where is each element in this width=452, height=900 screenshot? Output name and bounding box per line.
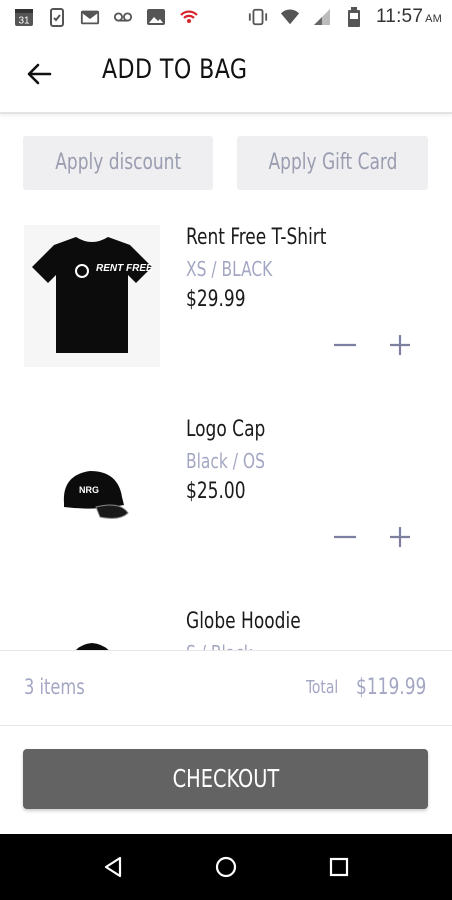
item-variant: Black / OS xyxy=(186,449,265,473)
back-arrow-icon[interactable] xyxy=(24,62,54,86)
item-count: 3 items xyxy=(24,675,85,699)
increase-quantity-button[interactable] xyxy=(385,330,415,360)
image-icon xyxy=(146,7,166,27)
total-label: Total xyxy=(306,677,339,698)
decrease-quantity-button[interactable] xyxy=(330,330,360,360)
tshirt-image: RENT FREE xyxy=(24,225,160,367)
signal-icon xyxy=(312,7,332,27)
list-item: RENT FREE Rent Free T-Shirt XS / BLACK $… xyxy=(0,205,452,385)
apply-discount-button[interactable]: Apply discount xyxy=(23,136,213,190)
item-name: Rent Free T-Shirt xyxy=(186,225,327,250)
home-icon[interactable] xyxy=(213,854,239,880)
item-price: $29.99 xyxy=(186,287,246,312)
svg-text:RENT FREE: RENT FREE xyxy=(96,263,153,274)
increase-quantity-button[interactable] xyxy=(385,522,415,552)
app-header: ADD TO BAG xyxy=(0,36,452,114)
bag-summary: 3 items Total $119.99 xyxy=(0,650,452,726)
wifi-icon xyxy=(280,7,300,27)
svg-text:31: 31 xyxy=(18,16,30,27)
status-bar: 31 11:57 AM xyxy=(0,0,452,36)
hotspot-icon xyxy=(179,7,199,27)
item-variant: S / Black xyxy=(186,641,264,650)
checkout-button[interactable]: CHECKOUT xyxy=(23,749,428,809)
decrease-quantity-button[interactable] xyxy=(330,522,360,552)
gmail-icon xyxy=(80,7,100,27)
list-item: NRG Logo Cap Black / OS $25.00 xyxy=(0,397,452,577)
back-icon[interactable] xyxy=(100,854,126,880)
cap-image: NRG xyxy=(24,417,160,559)
page-title: ADD TO BAG xyxy=(102,54,248,85)
voicemail-icon xyxy=(113,7,133,27)
clock: 11:57 AM xyxy=(375,6,442,27)
battery-icon xyxy=(344,7,364,27)
calendar-icon: 31 xyxy=(14,7,34,27)
item-name: Globe Hoodie xyxy=(186,609,301,634)
item-name: Logo Cap xyxy=(186,417,266,442)
list-item: Globe Hoodie S / Black xyxy=(0,589,452,650)
item-price: $25.00 xyxy=(186,479,246,504)
total-value: $119.99 xyxy=(356,675,427,700)
item-variant: XS / BLACK xyxy=(186,257,273,281)
svg-text:NRG: NRG xyxy=(79,485,99,495)
apply-gift-card-label: Apply Gift Card xyxy=(268,150,397,175)
system-nav-bar xyxy=(0,834,452,900)
recent-apps-icon[interactable] xyxy=(326,854,352,880)
apply-discount-label: Apply discount xyxy=(55,150,181,175)
bag-items-list[interactable]: RENT FREE Rent Free T-Shirt XS / BLACK $… xyxy=(0,205,452,650)
vibrate-icon xyxy=(248,7,268,27)
checkout-label: CHECKOUT xyxy=(172,764,279,793)
hoodie-image xyxy=(24,609,160,650)
apply-gift-card-button[interactable]: Apply Gift Card xyxy=(237,136,428,190)
clipboard-icon xyxy=(47,7,67,27)
